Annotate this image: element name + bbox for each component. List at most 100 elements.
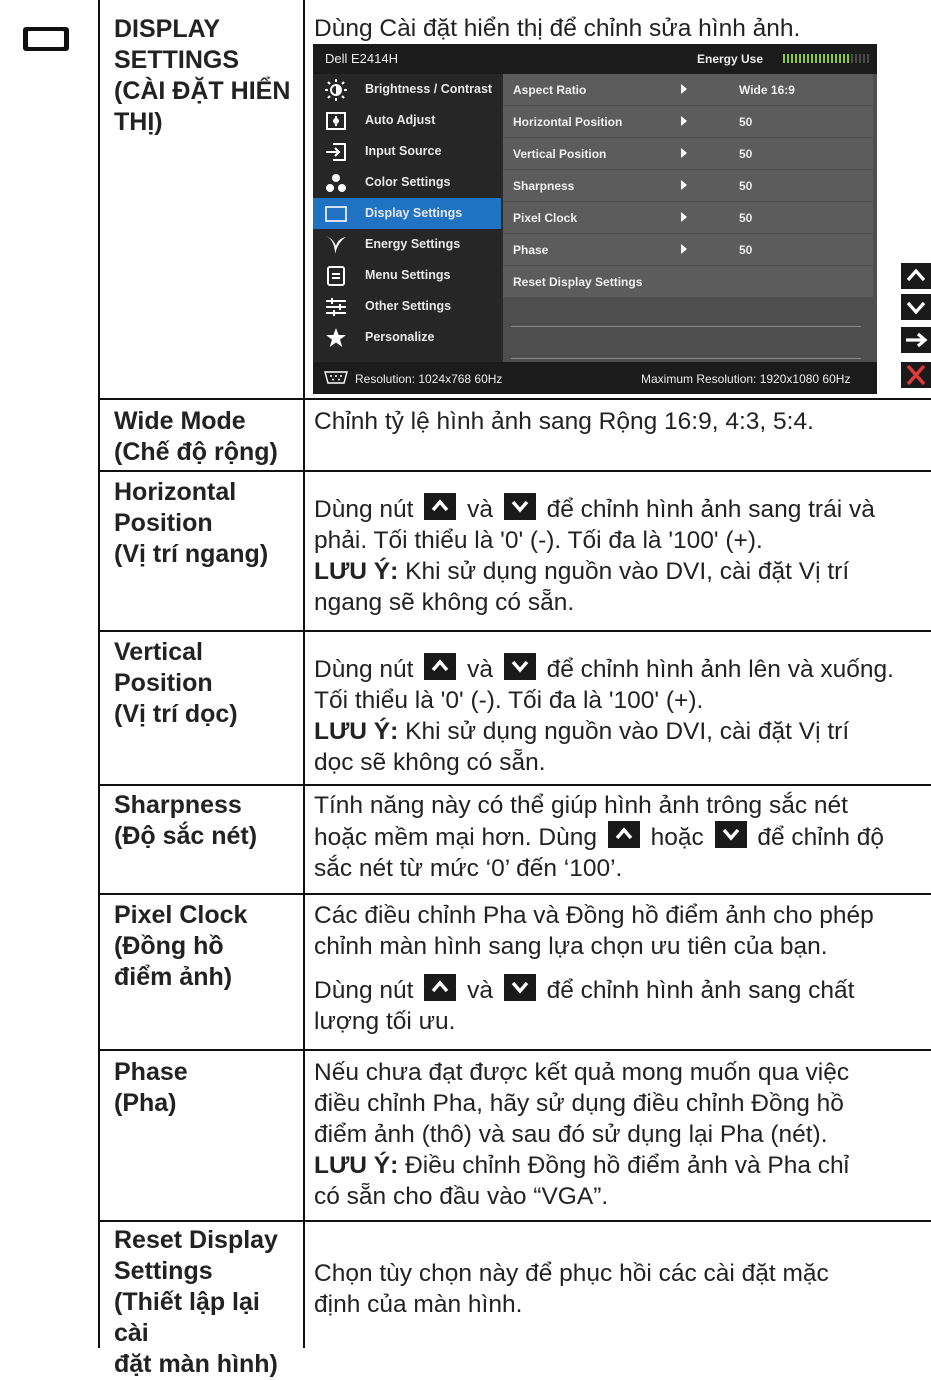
chevron-right-icon (681, 84, 687, 94)
row-label-phase: Phase (Pha) (114, 1058, 188, 1117)
menu-item-personalize[interactable]: Personalize (313, 322, 501, 353)
osd-menu-screenshot: Dell E2414H Energy Use Brightness / Cont… (313, 44, 877, 394)
submenu-label: Pixel Clock (513, 211, 578, 225)
submenu-value: 50 (739, 243, 753, 257)
other-settings-icon (325, 296, 347, 318)
submenu-row-pixel-clock[interactable]: Pixel Clock 50 (503, 202, 873, 233)
up-button-icon (424, 653, 457, 680)
submenu-label: Reset Display Settings (513, 275, 643, 289)
energy-use-meter (783, 54, 869, 63)
menu-item-label: Brightness / Contrast (365, 82, 493, 96)
menu-item-label: Other Settings (365, 299, 452, 313)
row-divider (98, 1220, 931, 1222)
row-label-horizontal-position: Horizontal Position (Vị trí ngang) (114, 478, 269, 568)
close-x-icon[interactable] (901, 362, 931, 388)
menu-item-energy-settings[interactable]: Energy Settings (313, 229, 501, 260)
chevron-right-icon (681, 180, 687, 190)
energy-settings-icon (325, 234, 347, 256)
submenu-label: Vertical Position (513, 147, 607, 161)
submenu-row-horizontal-position[interactable]: Horizontal Position 50 (503, 106, 873, 137)
submenu-value: 50 (739, 179, 753, 193)
row-label-vertical-position: Vertical Position (Vị trí dọc) (114, 638, 238, 728)
vga-connector-icon (323, 371, 349, 384)
submenu-divider (511, 358, 861, 359)
chevron-right-icon (681, 148, 687, 158)
monitor-icon (22, 26, 70, 52)
auto-adjust-icon (325, 110, 347, 132)
menu-item-other-settings[interactable]: Other Settings (313, 291, 501, 322)
osd-submenu: Aspect Ratio Wide 16:9 Horizontal Positi… (503, 74, 877, 362)
menu-item-menu-settings[interactable]: Menu Settings (313, 260, 501, 291)
menu-item-label: Auto Adjust (365, 113, 436, 127)
row-divider (98, 398, 931, 400)
submenu-row-phase[interactable]: Phase 50 (503, 234, 873, 265)
menu-item-brightness-contrast[interactable]: Brightness / Contrast (313, 74, 501, 105)
down-button-icon (503, 653, 536, 680)
submenu-row-aspect-ratio[interactable]: Aspect Ratio Wide 16:9 (503, 74, 873, 105)
row-desc-phase: Nếu chưa đạt được kết quả mong muốn qua … (314, 1059, 850, 1210)
row-divider (98, 784, 931, 786)
row-desc-vertical-position: Dùng nút và để chỉnh hình ảnh lên và xuố… (314, 653, 926, 778)
menu-item-label: Personalize (365, 330, 435, 344)
row-divider (98, 893, 931, 895)
row-divider (98, 470, 931, 472)
up-button-icon (424, 974, 457, 1001)
submenu-value: 50 (739, 211, 753, 225)
menu-item-color-settings[interactable]: Color Settings (313, 167, 501, 198)
osd-header: Dell E2414H Energy Use (313, 44, 877, 74)
submenu-row-reset-display-settings[interactable]: Reset Display Settings (503, 266, 873, 297)
menu-item-label: Menu Settings (365, 268, 451, 282)
enter-arrow-icon[interactable] (901, 327, 931, 353)
table-border-mid (303, 0, 305, 1348)
menu-item-label: Display Settings (365, 206, 463, 220)
section-intro: Dùng Cài đặt hiển thị để chỉnh sửa hình … (314, 15, 801, 42)
row-label-pixel-clock: Pixel Clock (Đồng hồ điểm ảnh) (114, 901, 248, 991)
row-desc-reset-display-settings: Chọn tùy chọn này để phục hồi các cài đặ… (314, 1260, 829, 1318)
down-button-icon (503, 974, 536, 1001)
up-button-icon (424, 493, 457, 520)
submenu-label: Aspect Ratio (513, 83, 587, 97)
menu-item-label: Energy Settings (365, 237, 461, 251)
energy-use-label: Energy Use (697, 52, 764, 66)
submenu-label: Horizontal Position (513, 115, 623, 129)
row-desc-horizontal-position: Dùng nút và để chỉnh hình ảnh sang trái … (314, 493, 926, 618)
section-label: DISPLAY SETTINGS (CÀI ĐẶT HIỂN THỊ) (114, 15, 291, 136)
up-button-icon (607, 821, 640, 848)
submenu-value: 50 (739, 115, 753, 129)
row-desc-sharpness: Tính năng này có thể giúp hình ảnh trông… (314, 792, 885, 882)
submenu-label: Phase (513, 243, 549, 257)
osd-main-menu: Brightness / Contrast Auto Adjust Input … (313, 74, 501, 362)
row-divider (98, 630, 931, 632)
submenu-value: 50 (739, 147, 753, 161)
row-desc-wide-mode: Chỉnh tỷ lệ hình ảnh sang Rộng 16:9, 4:3… (314, 408, 814, 435)
osd-footer: Resolution: 1024x768 60Hz Maximum Resolu… (313, 362, 877, 394)
menu-item-display-settings[interactable]: Display Settings (313, 198, 501, 229)
current-resolution: Resolution: 1024x768 60Hz (355, 372, 503, 386)
submenu-label: Sharpness (513, 179, 575, 193)
color-settings-icon (325, 172, 347, 194)
down-icon[interactable] (901, 294, 931, 320)
display-settings-icon (325, 203, 347, 225)
submenu-divider (511, 326, 861, 327)
chevron-right-icon (681, 244, 687, 254)
submenu-row-vertical-position[interactable]: Vertical Position 50 (503, 138, 873, 169)
row-label-sharpness: Sharpness (Độ sắc nét) (114, 791, 258, 850)
table-border-left (98, 0, 100, 1348)
input-source-icon (325, 141, 347, 163)
up-icon[interactable] (901, 263, 931, 289)
menu-item-label: Color Settings (365, 175, 451, 189)
row-desc-pixel-clock: Các điều chỉnh Pha và Đồng hồ điểm ảnh c… (314, 902, 874, 1035)
chevron-right-icon (681, 116, 687, 126)
down-button-icon (714, 821, 747, 848)
row-label-wide-mode: Wide Mode (Chế độ rộng) (114, 407, 278, 466)
menu-item-auto-adjust[interactable]: Auto Adjust (313, 105, 501, 136)
chevron-right-icon (681, 212, 687, 222)
row-divider (98, 1049, 931, 1051)
menu-item-input-source[interactable]: Input Source (313, 136, 501, 167)
maximum-resolution: Maximum Resolution: 1920x1080 60Hz (641, 372, 851, 386)
star-icon (325, 327, 347, 349)
osd-model-name: Dell E2414H (325, 51, 398, 66)
submenu-row-sharpness[interactable]: Sharpness 50 (503, 170, 873, 201)
row-label-reset-display-settings: Reset Display Settings (Thiết lập lại cà… (114, 1226, 278, 1378)
brightness-icon (325, 79, 347, 101)
